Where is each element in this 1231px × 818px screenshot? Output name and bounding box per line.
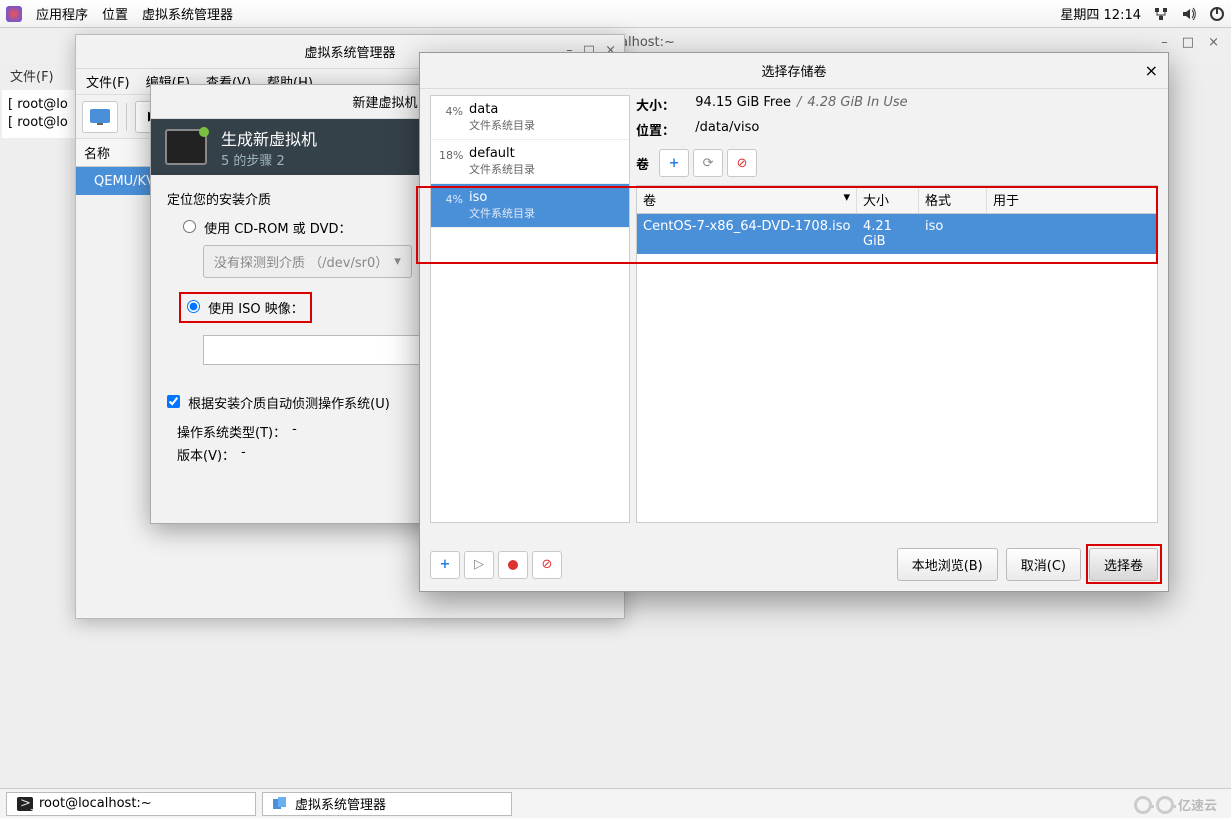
radio-cdrom[interactable]: 使用 CD-ROM 或 DVD： xyxy=(183,222,351,237)
size-sep: / xyxy=(797,95,801,114)
storage-cancel-button[interactable]: 取消(C) xyxy=(1006,548,1081,581)
vmm-title: 虚拟系统管理器 xyxy=(304,42,395,61)
cdrom-combo[interactable]: 没有探测到介质 （/dev/sr0） ▾ xyxy=(203,245,412,278)
taskbar-label: root@localhost:~ xyxy=(39,796,152,811)
start-pool-button[interactable]: ▷ xyxy=(464,551,494,579)
separator xyxy=(126,103,127,131)
pool-item-data[interactable]: 4% data文件系统目录 xyxy=(431,96,629,140)
plus-icon: + xyxy=(440,557,451,572)
col-usedby[interactable]: 用于 xyxy=(987,186,1157,213)
radio-iso-label: 使用 ISO 映像： xyxy=(208,302,304,317)
vol-usedby xyxy=(987,214,1157,254)
delete-volume-button[interactable]: ⊘ xyxy=(727,149,757,177)
size-used: 4.28 GiB In Use xyxy=(807,95,907,114)
vmm-icon xyxy=(273,797,289,811)
size-free: 94.15 GiB Free xyxy=(695,95,791,114)
autodetect-label: 根据安装介质自动侦测操作系统(U) xyxy=(188,397,390,412)
vol-name: CentOS-7-x86_64-DVD-1708.iso xyxy=(637,214,857,254)
taskbar: >_ root@localhost:~ 虚拟系统管理器 xyxy=(0,788,1231,818)
stop-pool-button[interactable] xyxy=(498,551,528,579)
col-size[interactable]: 大小 xyxy=(857,186,919,213)
pool-name: data xyxy=(469,102,535,117)
vmm-new-button[interactable] xyxy=(82,101,118,133)
volume-icon[interactable] xyxy=(1181,6,1197,22)
pool-item-default[interactable]: 18% default文件系统目录 xyxy=(431,140,629,184)
network-icon[interactable] xyxy=(1153,6,1169,22)
stop-icon xyxy=(508,560,518,570)
volume-table: 卷▾ 大小 格式 用于 CentOS-7-x86_64-DVD-1708.iso… xyxy=(636,185,1158,523)
pool-type: 文件系统目录 xyxy=(469,117,535,133)
menu-applications[interactable]: 应用程序 xyxy=(36,4,88,23)
pool-usage: 4% xyxy=(439,190,463,206)
pool-type: 文件系统目录 xyxy=(469,205,535,221)
new-vm-step: 5 的步骤 2 xyxy=(221,150,317,169)
pool-item-iso[interactable]: 4% iso文件系统目录 xyxy=(431,184,629,228)
storage-dialog-title: 选择存储卷 xyxy=(761,61,826,80)
taskbar-terminal[interactable]: >_ root@localhost:~ xyxy=(6,792,256,816)
taskbar-label: 虚拟系统管理器 xyxy=(295,794,386,813)
pool-type: 文件系统目录 xyxy=(469,161,535,177)
clock-label: 星期四 12:14 xyxy=(1060,4,1141,23)
storage-pool-list: 4% data文件系统目录 18% default文件系统目录 4% iso文件… xyxy=(430,95,630,523)
taskbar-vmm[interactable]: 虚拟系统管理器 xyxy=(262,792,512,816)
location-value: /data/viso xyxy=(695,120,759,139)
new-vm-title: 新建虚拟机 xyxy=(352,92,417,111)
terminal-max-icon[interactable]: □ xyxy=(1182,35,1194,50)
pool-name: default xyxy=(469,146,535,161)
volume-row[interactable]: CentOS-7-x86_64-DVD-1708.iso 4.21 GiB is… xyxy=(637,214,1157,254)
delete-icon: ⊘ xyxy=(542,557,553,572)
new-vm-header: 生成新虚拟机 xyxy=(221,126,317,150)
system-topbar: 应用程序 位置 虚拟系统管理器 星期四 12:14 xyxy=(0,0,1231,28)
iso-path-input[interactable] xyxy=(203,335,423,365)
menu-places[interactable]: 位置 xyxy=(102,4,128,23)
highlight-iso-option: 使用 ISO 映像： xyxy=(179,292,312,323)
vol-format: iso xyxy=(919,214,987,254)
play-icon: ▷ xyxy=(474,557,484,572)
chevron-down-icon: ▾ xyxy=(394,254,401,269)
location-label: 位置： xyxy=(636,120,675,139)
storage-close-icon[interactable]: × xyxy=(1145,61,1158,80)
svg-text:>_: >_ xyxy=(20,797,33,811)
add-pool-button[interactable]: + xyxy=(430,551,460,579)
pool-name: iso xyxy=(469,190,535,205)
menu-vmm[interactable]: 虚拟系统管理器 xyxy=(142,4,233,23)
plus-icon: + xyxy=(669,156,680,171)
os-type-label: 操作系统类型(T)： xyxy=(177,422,286,441)
distro-icon xyxy=(6,6,22,22)
pool-usage: 4% xyxy=(439,102,463,118)
size-label: 大小： xyxy=(636,95,675,114)
volumes-heading: 卷 xyxy=(636,154,649,173)
delete-pool-button[interactable]: ⊘ xyxy=(532,551,562,579)
radio-cdrom-label: 使用 CD-ROM 或 DVD： xyxy=(204,222,351,237)
terminal-close-icon[interactable]: × xyxy=(1208,35,1219,50)
os-version-value: - xyxy=(241,445,246,464)
radio-iso[interactable]: 使用 ISO 映像： xyxy=(187,298,304,317)
vmm-menu-file[interactable]: 文件(F) xyxy=(86,72,130,91)
terminal-title: alhost:~ xyxy=(620,35,675,50)
delete-icon: ⊘ xyxy=(737,156,748,171)
autodetect-checkbox[interactable]: 根据安装介质自动侦测操作系统(U) xyxy=(167,397,390,412)
chevron-down-icon: ▾ xyxy=(843,190,850,209)
terminal-min-icon[interactable]: – xyxy=(1161,35,1168,50)
browse-local-button[interactable]: 本地浏览(B) xyxy=(897,548,998,581)
storage-dialog: 选择存储卷 × 4% data文件系统目录 18% default文件系统目录 … xyxy=(419,52,1169,592)
terminal-file-menu[interactable]: 文件(F) xyxy=(2,62,62,88)
refresh-volumes-button[interactable]: ⟳ xyxy=(693,149,723,177)
watermark: 亿速云 xyxy=(1134,795,1217,814)
new-vm-icon xyxy=(165,129,207,165)
pool-usage: 18% xyxy=(439,146,463,162)
choose-volume-button[interactable]: 选择卷 xyxy=(1089,548,1158,581)
os-type-value: - xyxy=(292,422,297,441)
power-icon[interactable] xyxy=(1209,6,1225,22)
new-volume-button[interactable]: + xyxy=(659,149,689,177)
refresh-icon: ⟳ xyxy=(703,156,714,171)
os-version-label: 版本(V)： xyxy=(177,445,235,464)
vol-size: 4.21 GiB xyxy=(857,214,919,254)
terminal-icon: >_ xyxy=(17,797,33,811)
col-format[interactable]: 格式 xyxy=(919,186,987,213)
col-volume[interactable]: 卷▾ xyxy=(637,186,857,213)
